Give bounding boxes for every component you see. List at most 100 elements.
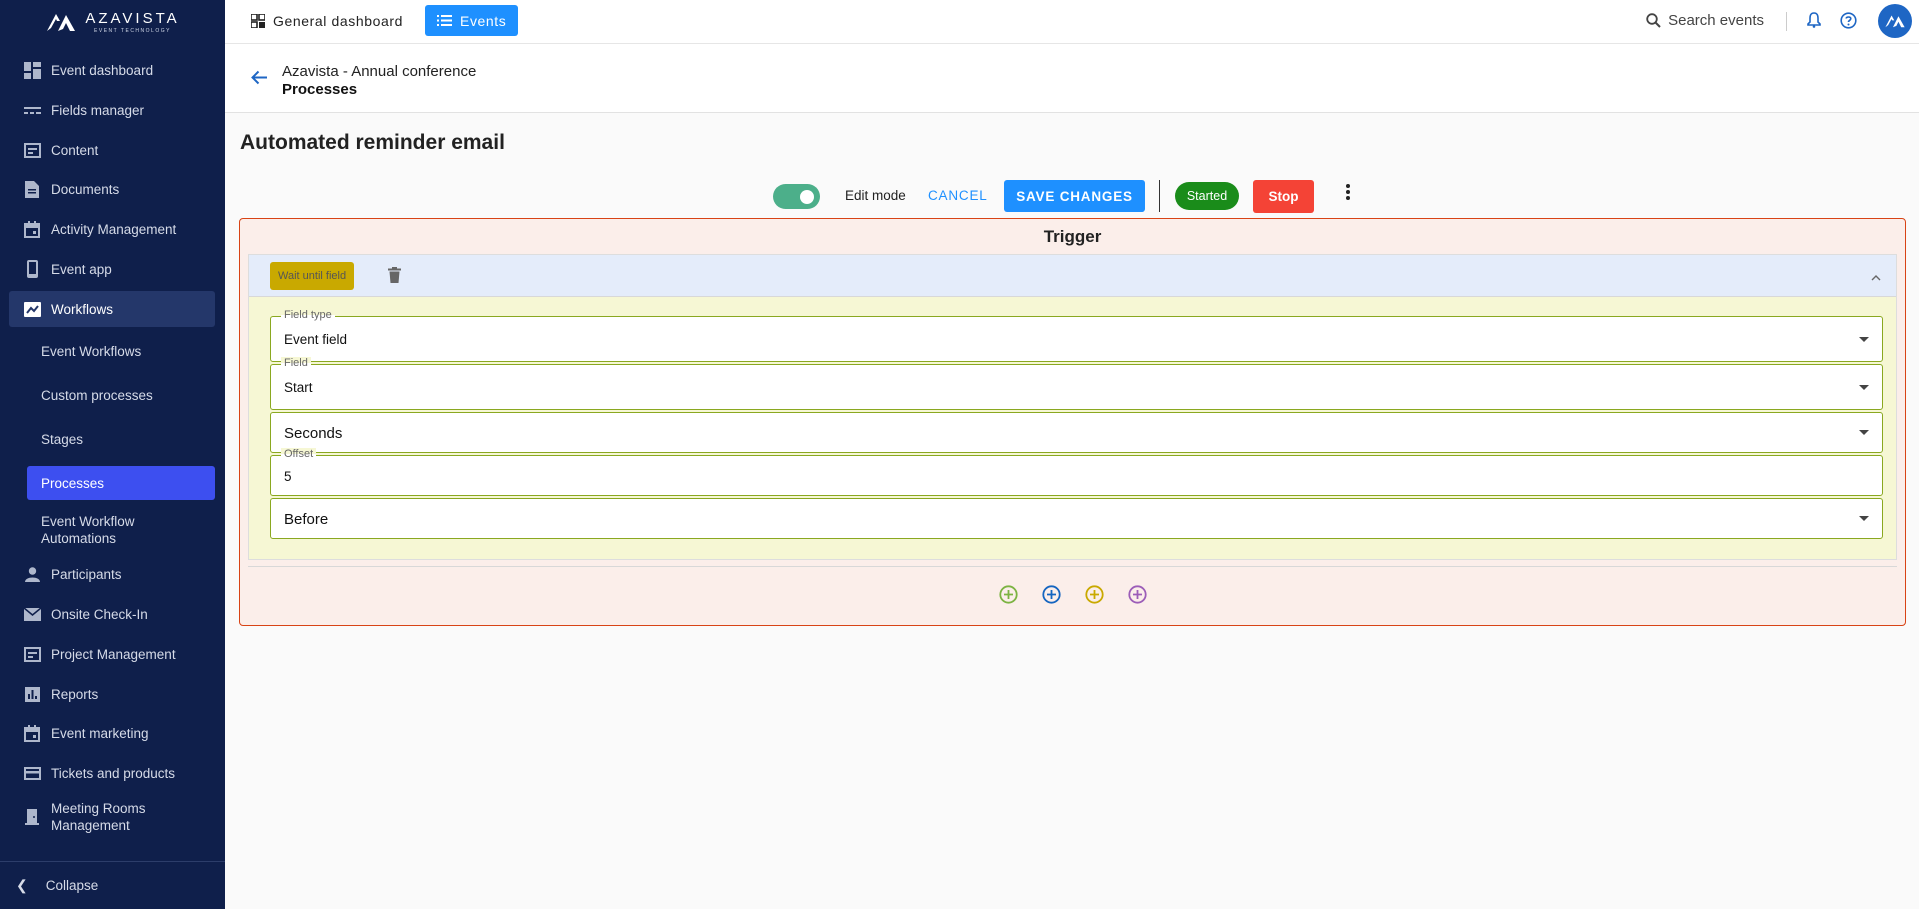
project-icon [23,645,41,663]
field-select[interactable]: Field Start [270,357,1883,410]
direction-select[interactable]: Before [270,498,1883,539]
page-title: Automated reminder email [240,131,505,154]
add-circle-blue-icon[interactable] [1041,585,1061,604]
sidebar-item-reports[interactable]: Reports [0,674,225,714]
offset-input[interactable]: Offset 5 [270,448,1883,496]
breadcrumb: Azavista - Annual conference Processes [225,44,1919,113]
tab-events[interactable]: Events [425,5,519,36]
collapse-button[interactable]: ❮ Collapse [0,861,225,909]
card-icon [23,764,41,782]
sidebar-item-documents[interactable]: Documents [0,170,225,210]
sidebar-item-label: Meeting Rooms Management [51,801,146,834]
sidebar-item-label: Documents [51,182,120,198]
sidebar-item-activity-management[interactable]: Activity Management [0,210,225,250]
sidebar-item-label: Activity Management [51,222,177,238]
sidebar-subitem-label: Event Workflow Automations [41,514,135,547]
search-events[interactable]: Search events [1646,12,1764,29]
field-label: Field type [281,309,335,321]
azavista-logo-icon [47,14,76,31]
person-icon [23,566,41,584]
chevron-left-icon: ❮ [16,877,28,893]
sidebar-item-label: Project Management [51,646,176,662]
sidebar-subitem-stages[interactable]: Stages [0,417,225,461]
step-type-chip[interactable]: Wait until field [270,262,355,290]
sidebar: AZAVISTA EVENT TECHNOLOGY Event dashboar… [0,0,225,909]
sidebar-item-onsite-check-in[interactable]: Onsite Check-In [0,595,225,635]
field-value: Before [284,511,329,528]
trigger-title: Trigger [1043,227,1102,246]
field-type-select[interactable]: Field type Event field [270,309,1883,362]
sidebar-item-event-app[interactable]: Event app [0,249,225,289]
bell-icon[interactable] [1807,12,1821,33]
mail-icon [23,606,41,624]
logo-tagline: EVENT TECHNOLOGY [94,28,171,34]
edit-mode-label: Edit mode [845,188,906,203]
calendar-icon [23,725,41,743]
sidebar-subitem-label: Processes [41,475,105,491]
cancel-button[interactable]: CANCEL [928,188,988,203]
list-icon [437,15,452,26]
logo[interactable]: AZAVISTA EVENT TECHNOLOGY [0,0,225,44]
fields-icon [23,102,41,120]
field-value: Seconds [284,425,343,442]
edit-mode-toggle[interactable] [773,184,820,209]
sidebar-subitem-processes[interactable]: Processes [27,466,215,501]
stop-button[interactable]: Stop [1253,180,1314,213]
sidebar-item-label: Fields manager [51,103,145,119]
content-icon [23,141,41,159]
sidebar-item-label: Event dashboard [51,63,154,79]
reports-icon [23,685,41,703]
sidebar-item-label: Workflows [51,301,114,317]
document-icon [23,181,41,199]
dropdown-arrow-icon [1859,430,1869,435]
sidebar-item-event-marketing[interactable]: Event marketing [0,714,225,754]
workflow-icon [23,300,41,318]
add-circle-green-icon[interactable] [998,585,1018,604]
door-icon [23,808,41,826]
sidebar-item-label: Onsite Check-In [51,607,148,623]
divider [1786,12,1787,31]
tab-general-dashboard[interactable]: General dashboard [239,5,415,36]
status-badge: Started [1175,182,1239,210]
sidebar-item-label: Content [51,142,99,158]
sidebar-subitem-event-workflows[interactable]: Event Workflows [0,329,225,373]
sidebar-item-event-dashboard[interactable]: Event dashboard [0,51,225,91]
calendar-icon [23,221,41,239]
sidebar-nav: Event dashboard Fields manager Content D… [0,51,225,841]
trash-icon[interactable] [388,267,401,288]
search-label: Search events [1668,12,1764,29]
field-label: Field [281,357,311,369]
chevron-up-icon[interactable] [1871,268,1881,286]
save-changes-button[interactable]: SAVE CHANGES [1004,180,1145,212]
field-value: Start [284,380,313,395]
avatar[interactable] [1878,4,1912,38]
field-value: Event field [284,332,348,347]
sidebar-item-label: Event app [51,261,112,277]
unit-select[interactable]: Seconds [270,412,1883,453]
sidebar-item-content[interactable]: Content [0,130,225,170]
divider [248,566,1897,567]
trigger-step: Wait until field Field type Event field … [248,254,1897,560]
sidebar-item-label: Reports [51,686,99,702]
add-circle-yellow-icon[interactable] [1084,585,1104,604]
sidebar-subitem-event-workflow-automations[interactable]: Event Workflow Automations [0,505,225,555]
sidebar-item-fields-manager[interactable]: Fields manager [0,91,225,131]
help-icon[interactable] [1840,12,1857,34]
tab-label: Events [460,12,507,29]
section-name: Processes [282,81,358,98]
add-circle-purple-icon[interactable] [1127,585,1147,604]
sidebar-item-workflows[interactable]: Workflows [9,291,215,328]
step-header[interactable]: Wait until field [249,255,1896,297]
more-vert-icon[interactable] [1346,184,1350,205]
logo-name: AZAVISTA [85,10,180,27]
sidebar-item-participants[interactable]: Participants [0,555,225,595]
sidebar-subitem-custom-processes[interactable]: Custom processes [0,373,225,417]
back-arrow-icon[interactable] [251,70,268,90]
search-icon [1646,13,1661,28]
field-value: 5 [284,469,292,484]
sidebar-item-project-management[interactable]: Project Management [0,635,225,675]
tab-label: General dashboard [273,12,404,29]
sidebar-item-tickets-and-products[interactable]: Tickets and products [0,754,225,794]
sidebar-item-label: Event marketing [51,726,149,742]
sidebar-item-meeting-rooms-management[interactable]: Meeting Rooms Management [0,793,225,841]
